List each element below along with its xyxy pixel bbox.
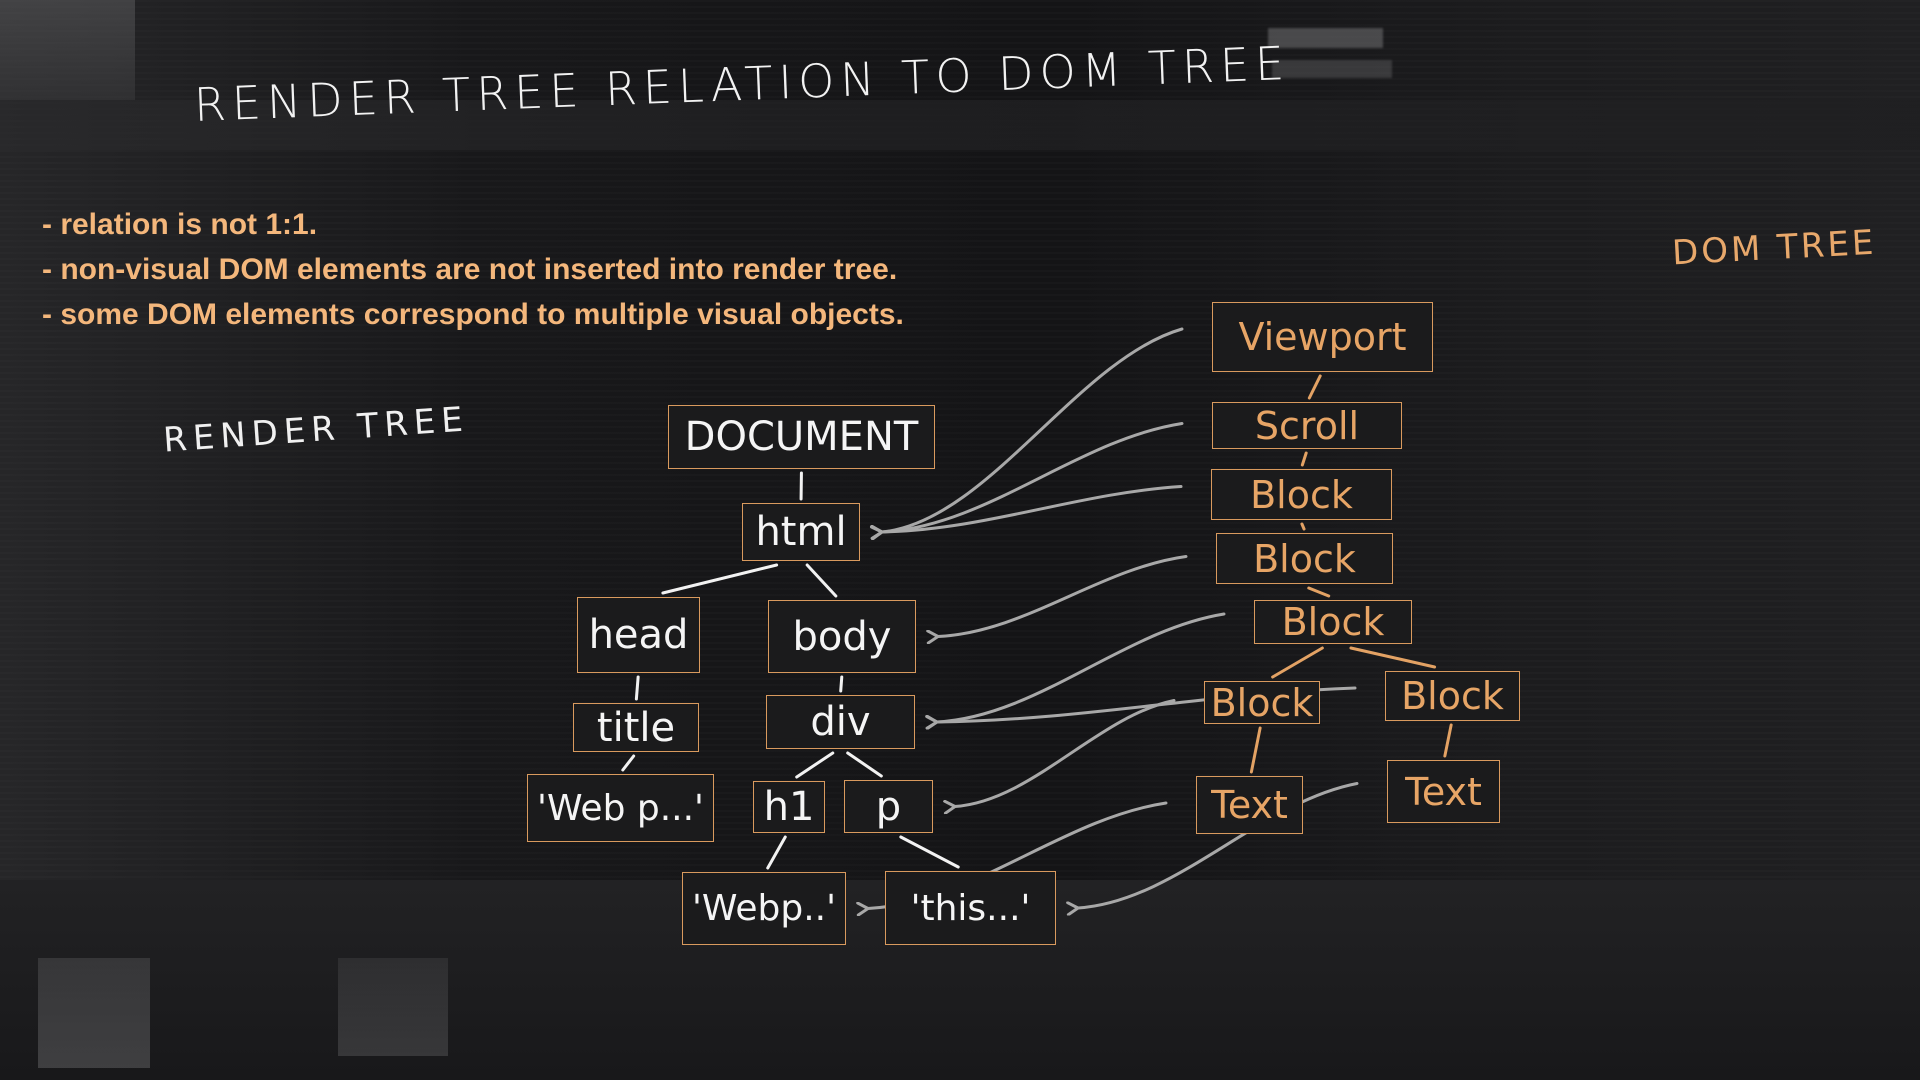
node-label: body (792, 613, 892, 660)
node-label: title (596, 704, 676, 751)
node-label: 'this...' (910, 887, 1031, 929)
node-p-text: 'this...' (885, 871, 1056, 945)
node-h1-text: 'Webp..' (682, 872, 846, 945)
node-block: Block (1211, 469, 1392, 520)
tree-edge (1307, 586, 1331, 598)
tree-edge (1307, 374, 1322, 400)
node-head: head (577, 597, 700, 673)
node-label: Block (1281, 600, 1385, 644)
tree-edge (634, 675, 640, 701)
node-label: 'Web p...' (537, 787, 704, 829)
node-label: p (875, 783, 902, 830)
tree-edge (766, 835, 787, 870)
tree-edge (1249, 726, 1262, 774)
tree-edge (661, 563, 779, 595)
node-label: Viewport (1238, 315, 1407, 359)
tree-edge (621, 754, 636, 772)
node-text: Text (1387, 760, 1500, 823)
node-label: Scroll (1254, 403, 1360, 448)
node-block: Block (1204, 680, 1320, 725)
node-block: Block (1216, 533, 1393, 584)
node-p: p (844, 780, 933, 833)
node-label: head (588, 612, 689, 658)
node-label: DOCUMENT (684, 414, 919, 460)
node-label: Block (1253, 536, 1356, 581)
node-title-text: 'Web p...' (527, 774, 714, 842)
node-div: div (766, 695, 915, 749)
tree-edge (1271, 646, 1324, 679)
node-block: Block (1254, 600, 1412, 644)
node-label: h1 (763, 784, 815, 830)
tree-edge (1443, 723, 1453, 758)
node-label: div (810, 699, 871, 745)
tree-edge (899, 835, 960, 869)
node-body: body (768, 600, 916, 673)
node-title: title (573, 703, 699, 752)
node-scroll: Scroll (1212, 402, 1402, 449)
node-text: Text (1196, 776, 1303, 834)
tree-edge (1300, 451, 1308, 467)
node-h1: h1 (753, 781, 825, 833)
node-label: html (755, 509, 847, 555)
tree-edge (1300, 522, 1306, 531)
tree-edge (805, 563, 838, 598)
node-document: DOCUMENT (668, 405, 935, 469)
node-block: Block (1385, 671, 1520, 721)
node-viewport: Viewport (1212, 302, 1433, 372)
node-html: html (742, 503, 860, 561)
node-label: 'Webp..' (691, 888, 837, 929)
node-label: Text (1211, 783, 1288, 827)
mapping-arrow (938, 555, 1188, 637)
tree-edge (846, 751, 883, 778)
tree-edge (839, 675, 844, 693)
tree-edge (795, 751, 835, 779)
node-label: Text (1405, 769, 1482, 814)
node-label: Block (1210, 680, 1314, 725)
node-label: Block (1250, 472, 1353, 517)
mapping-arrow (955, 699, 1176, 807)
node-label: Block (1401, 674, 1504, 718)
tree-edge (1349, 646, 1437, 669)
